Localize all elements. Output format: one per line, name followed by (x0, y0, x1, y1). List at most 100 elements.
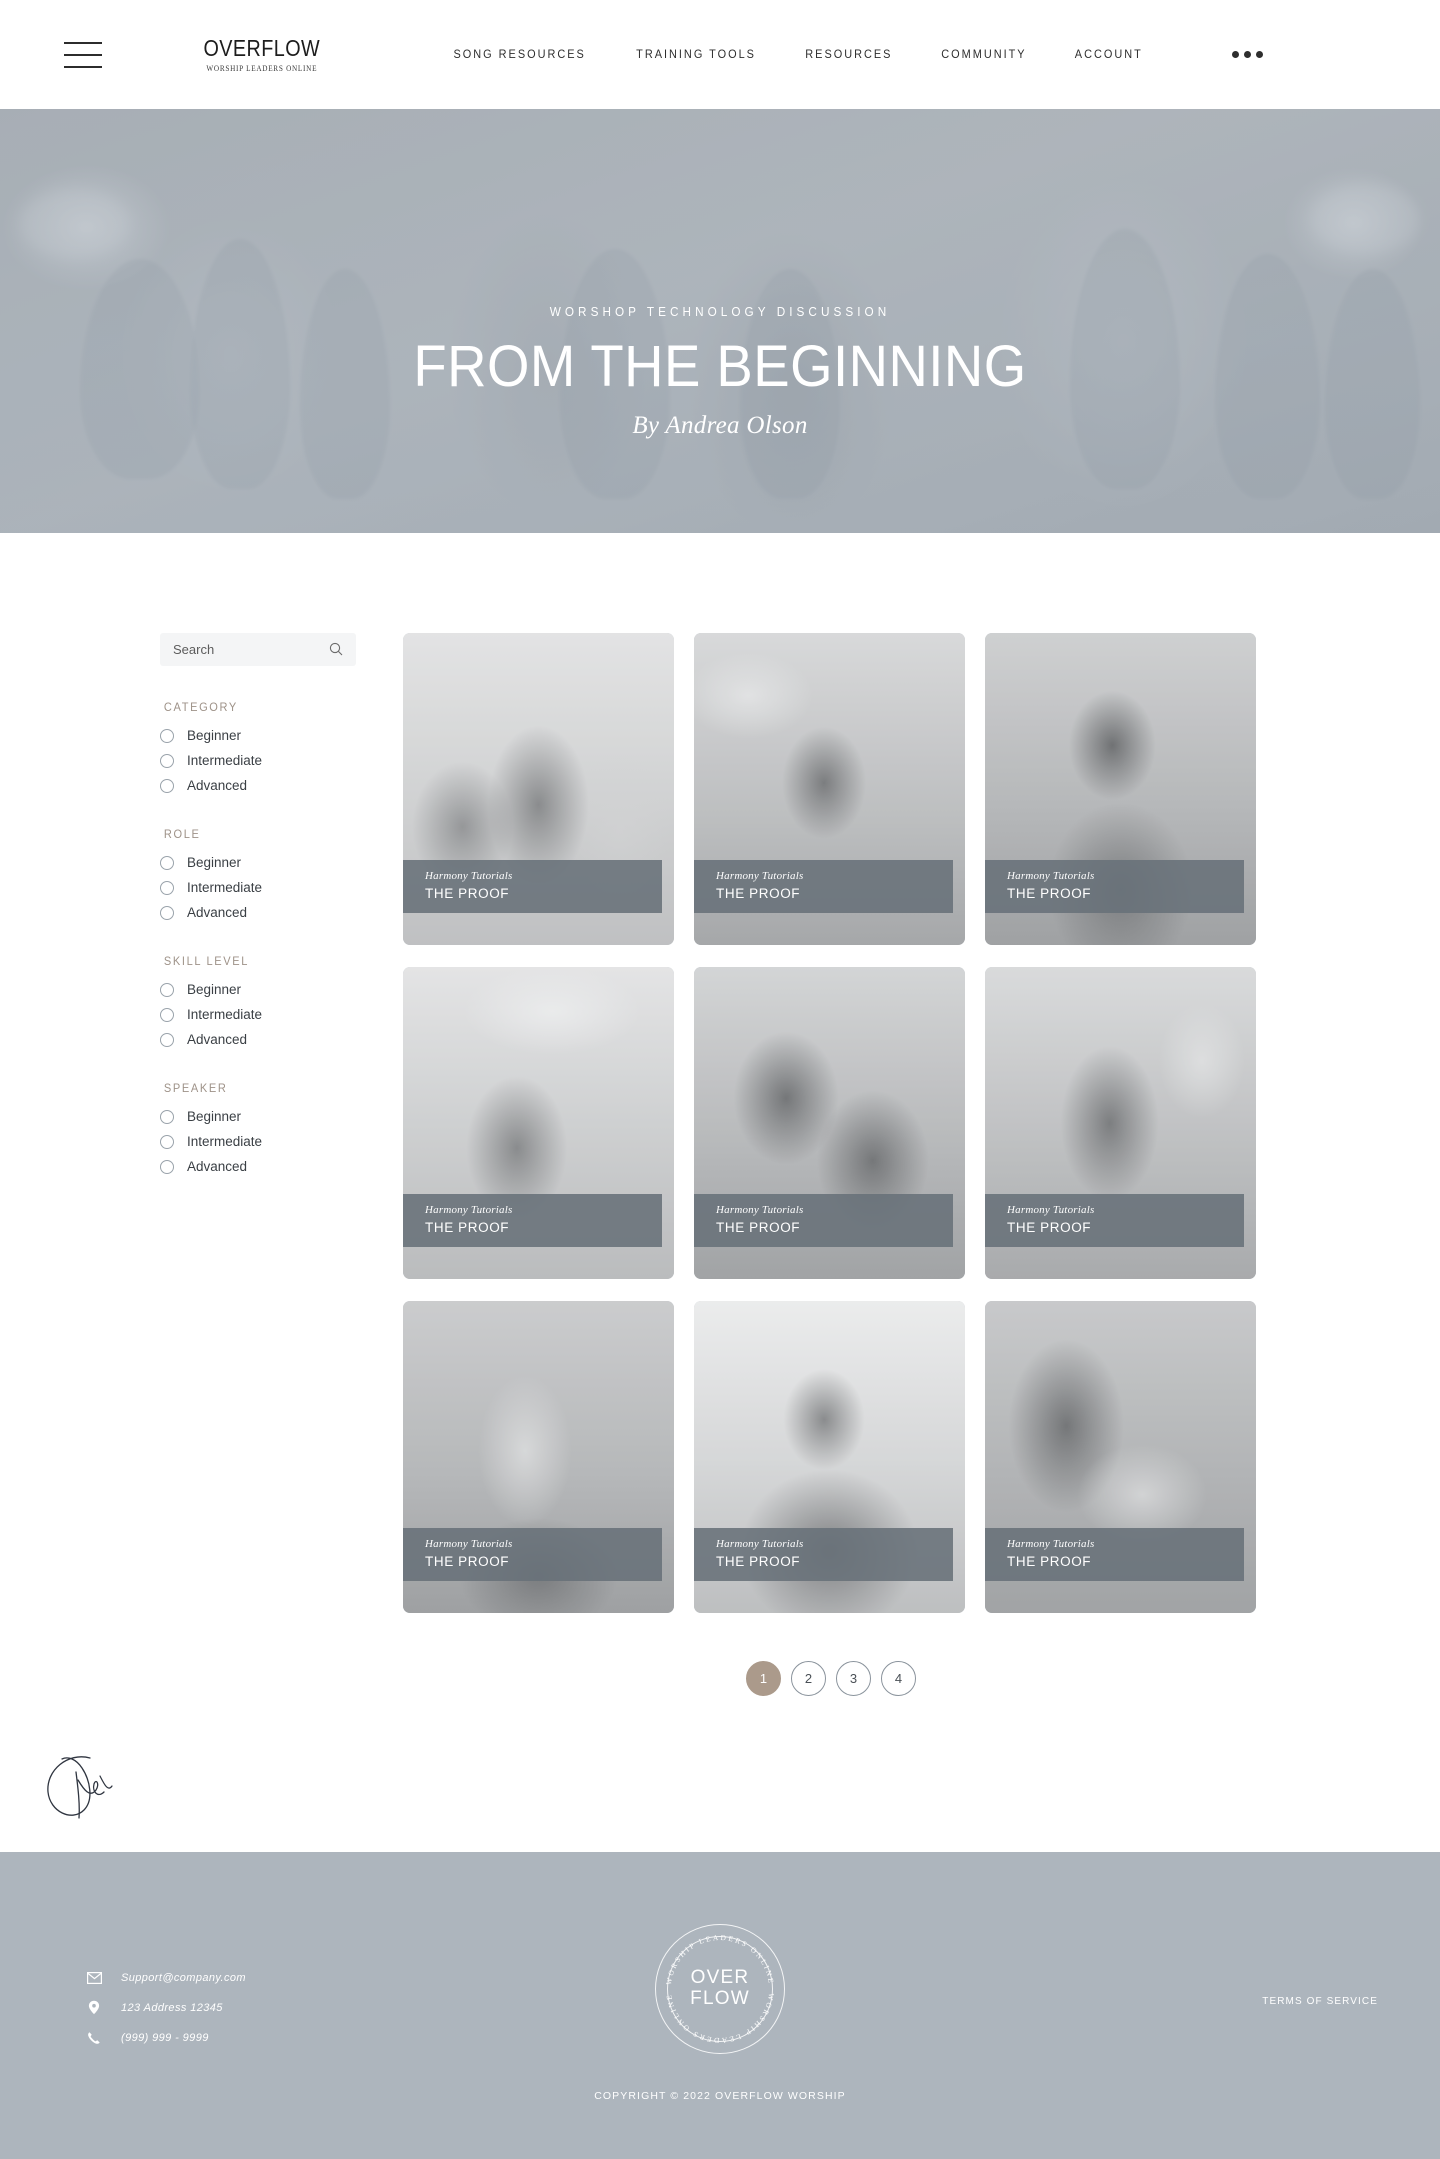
filter-option-role-intermediate[interactable]: Intermediate (160, 880, 356, 895)
filter-group-skill-level: SKILL LEVEL Beginner Intermediate Advanc… (160, 956, 356, 1047)
card-item[interactable]: Harmony Tutorials THE PROOF (403, 1301, 674, 1613)
pagination-page-3[interactable]: 3 (836, 1661, 871, 1696)
nav-item-account[interactable]: ACCOUNT (1074, 49, 1142, 61)
card-caption: Harmony Tutorials THE PROOF (694, 1528, 953, 1581)
card-subtitle: Harmony Tutorials (1007, 1538, 1095, 1550)
radio-icon[interactable] (160, 778, 174, 793)
pagination-page-4[interactable]: 4 (881, 1661, 916, 1696)
filter-option-category-beginner[interactable]: Beginner (160, 728, 356, 743)
radio-icon[interactable] (160, 753, 174, 768)
footer-contact-text: (999) 999 - 9999 (121, 2032, 209, 2044)
signature-mark (38, 1750, 158, 1830)
filter-option-label: Beginner (187, 1109, 242, 1124)
filter-option-role-beginner[interactable]: Beginner (160, 855, 356, 870)
card-item[interactable]: Harmony Tutorials THE PROOF (403, 633, 674, 945)
filter-option-speaker-beginner[interactable]: Beginner (160, 1109, 356, 1124)
card-item[interactable]: Harmony Tutorials THE PROOF (985, 633, 1256, 945)
main-navigation: SONG RESOURCES TRAINING TOOLS RESOURCES … (450, 49, 1264, 61)
filter-option-label: Intermediate (187, 753, 263, 768)
nav-item-song-resources[interactable]: SONG RESOURCES (453, 49, 585, 61)
filter-option-label: Advanced (187, 1032, 248, 1047)
filter-option-speaker-intermediate[interactable]: Intermediate (160, 1134, 356, 1149)
mail-icon (86, 1972, 102, 1984)
brand-logo[interactable]: OVERFLOW WORSHIP LEADERS ONLINE (194, 36, 330, 72)
nav-item-resources[interactable]: RESOURCES (805, 49, 892, 61)
filter-option-skill-advanced[interactable]: Advanced (160, 1032, 356, 1047)
filter-option-category-intermediate[interactable]: Intermediate (160, 753, 356, 768)
card-caption: Harmony Tutorials THE PROOF (403, 1528, 662, 1581)
card-caption: Harmony Tutorials THE PROOF (985, 1528, 1244, 1581)
footer-contact-email[interactable]: Support@company.com (86, 1972, 246, 1984)
results-area: Harmony Tutorials THE PROOF Harmony Tuto… (403, 633, 1259, 1696)
card-caption: Harmony Tutorials THE PROOF (403, 860, 662, 913)
hero-byline: By Andrea Olson (632, 411, 808, 439)
search-box[interactable] (160, 633, 356, 666)
footer-contact-text: 123 Address 12345 (121, 2001, 223, 2014)
nav-item-training-tools[interactable]: TRAINING TOOLS (636, 49, 756, 61)
card-item[interactable]: Harmony Tutorials THE PROOF (403, 967, 674, 1279)
card-subtitle: Harmony Tutorials (425, 870, 513, 882)
filter-option-label: Beginner (187, 982, 242, 997)
card-subtitle: Harmony Tutorials (1007, 870, 1095, 882)
terms-of-service-link[interactable]: TERMS OF SERVICE (1262, 1996, 1378, 2007)
pagination-page-1[interactable]: 1 (746, 1661, 781, 1696)
radio-icon[interactable] (160, 880, 174, 895)
filter-option-label: Intermediate (187, 1007, 263, 1022)
radio-icon[interactable] (160, 855, 174, 870)
card-item[interactable]: Harmony Tutorials THE PROOF (985, 967, 1256, 1279)
badge-wordmark: OVER FLOW (655, 1924, 785, 2054)
filter-option-label: Intermediate (187, 1134, 263, 1149)
search-input[interactable] (160, 633, 356, 666)
radio-icon[interactable] (160, 728, 174, 743)
site-header: OVERFLOW WORSHIP LEADERS ONLINE SONG RES… (0, 0, 1440, 109)
card-item[interactable]: Harmony Tutorials THE PROOF (694, 967, 965, 1279)
filter-option-label: Beginner (187, 855, 242, 870)
main-content: CATEGORY Beginner Intermediate Advanced … (0, 533, 1440, 1696)
pagination: 1 2 3 4 (403, 1661, 1259, 1696)
ellipsis-icon[interactable] (1232, 51, 1264, 58)
page-title: FROM THE BEGINNING (413, 334, 1027, 399)
radio-icon[interactable] (160, 982, 174, 997)
radio-icon[interactable] (160, 1159, 174, 1174)
card-caption: Harmony Tutorials THE PROOF (985, 1194, 1244, 1247)
footer-contact-address[interactable]: 123 Address 12345 (86, 2000, 246, 2015)
radio-icon[interactable] (160, 905, 174, 920)
brand-name: OVERFLOW (203, 35, 321, 62)
hamburger-icon[interactable] (64, 41, 102, 68)
badge-line-2: FLOW (690, 1988, 750, 2009)
card-item[interactable]: Harmony Tutorials THE PROOF (694, 1301, 965, 1613)
hamburger-bar (64, 65, 102, 68)
filter-option-speaker-advanced[interactable]: Advanced (160, 1159, 356, 1174)
card-caption: Harmony Tutorials THE PROOF (985, 860, 1244, 913)
ellipsis-dot (1256, 51, 1264, 58)
hero-eyebrow: WORSHOP TECHNOLOGY DISCUSSION (549, 305, 891, 319)
pagination-page-2[interactable]: 2 (791, 1661, 826, 1696)
nav-item-community[interactable]: COMMUNITY (941, 49, 1026, 61)
filter-option-category-advanced[interactable]: Advanced (160, 778, 356, 793)
filter-option-role-advanced[interactable]: Advanced (160, 905, 356, 920)
card-title: THE PROOF (425, 1554, 510, 1569)
filter-option-skill-intermediate[interactable]: Intermediate (160, 1007, 356, 1022)
filter-option-label: Advanced (187, 1159, 248, 1174)
card-caption: Harmony Tutorials THE PROOF (694, 1194, 953, 1247)
copyright-text: COPYRIGHT © 2022 OVERFLOW WORSHIP (594, 2090, 846, 2102)
filter-group-role: ROLE Beginner Intermediate Advanced (160, 829, 356, 920)
footer-contact-text: Support@company.com (121, 1972, 246, 1984)
radio-icon[interactable] (160, 1109, 174, 1124)
card-item[interactable]: Harmony Tutorials THE PROOF (694, 633, 965, 945)
hero-banner: WORSHOP TECHNOLOGY DISCUSSION FROM THE B… (0, 109, 1440, 533)
footer-contact-phone[interactable]: (999) 999 - 9999 (86, 2031, 246, 2045)
filter-option-skill-beginner[interactable]: Beginner (160, 982, 356, 997)
filter-option-label: Advanced (187, 778, 248, 793)
footer-logo-badge[interactable]: WORSHIP LEADERS ONLINE WORSHIP LEADERS O… (655, 1924, 785, 2054)
radio-icon[interactable] (160, 1007, 174, 1022)
brand-tagline: WORSHIP LEADERS ONLINE (206, 63, 318, 73)
card-item[interactable]: Harmony Tutorials THE PROOF (985, 1301, 1256, 1613)
pin-icon (86, 2000, 102, 2015)
radio-icon[interactable] (160, 1032, 174, 1047)
card-title: THE PROOF (716, 1554, 801, 1569)
radio-icon[interactable] (160, 1134, 174, 1149)
card-caption: Harmony Tutorials THE PROOF (403, 1194, 662, 1247)
footer-contact-list: Support@company.com 123 Address 12345 (9… (86, 1972, 246, 2061)
card-caption: Harmony Tutorials THE PROOF (694, 860, 953, 913)
